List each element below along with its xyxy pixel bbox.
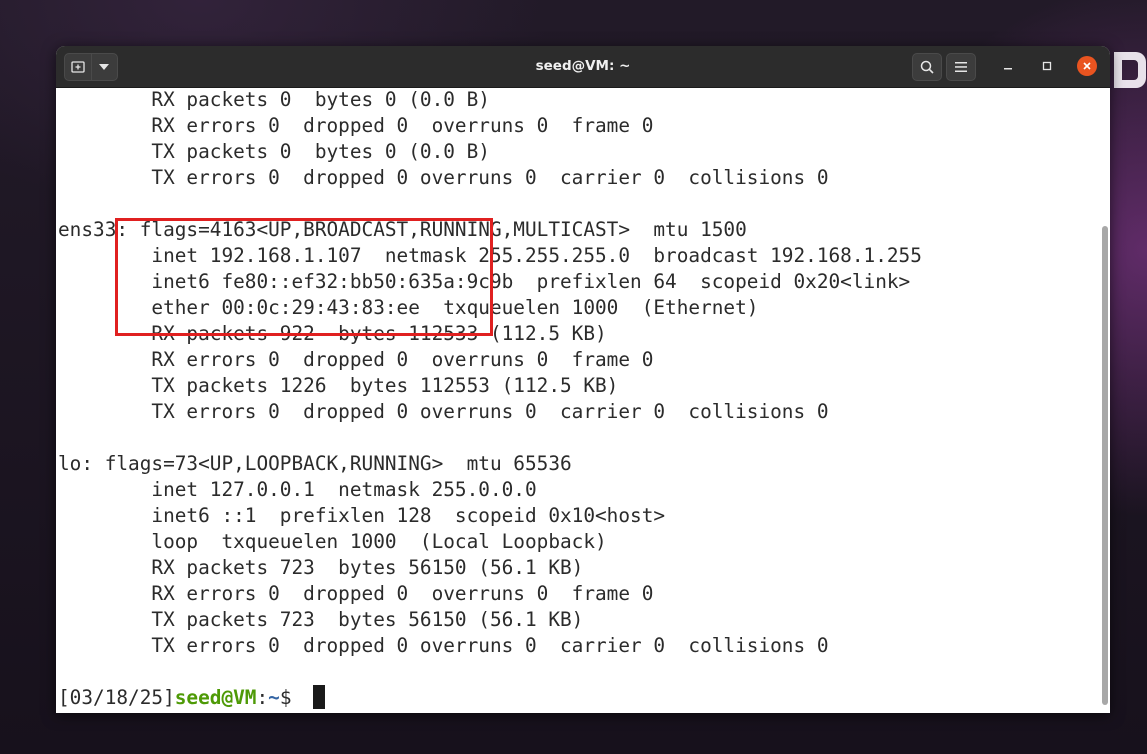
shell-prompt[interactable]: [03/18/25]seed@VM:~$	[58, 685, 922, 711]
text-cursor	[313, 685, 326, 709]
terminal-output-area[interactable]: RX packets 0 bytes 0 (0.0 B) RX errors 0…	[56, 88, 1100, 713]
prompt-symbol: $	[279, 686, 304, 709]
annotation-highlight-box	[115, 218, 493, 336]
terminal-line: TX packets 723 bytes 56150 (56.1 KB)	[58, 608, 584, 631]
title-bar[interactable]: seed@VM: ~	[56, 46, 1110, 88]
terminal-line: RX errors 0 dropped 0 overruns 0 frame 0	[58, 348, 654, 371]
terminal-line: RX errors 0 dropped 0 overruns 0 frame 0	[58, 114, 654, 137]
terminal-line: TX errors 0 dropped 0 overruns 0 carrier…	[58, 166, 829, 189]
search-button[interactable]	[912, 53, 942, 81]
terminal-line: RX errors 0 dropped 0 overruns 0 frame 0	[58, 582, 654, 605]
terminal-line: RX packets 0 bytes 0 (0.0 B)	[58, 88, 490, 111]
terminal-line: TX errors 0 dropped 0 overruns 0 carrier…	[58, 634, 829, 657]
search-icon	[920, 60, 934, 74]
terminal-line: inet 127.0.0.1 netmask 255.0.0.0	[58, 478, 537, 501]
maximize-icon	[1042, 61, 1052, 71]
close-button[interactable]	[1077, 56, 1097, 76]
desktop-wallpaper-logo	[1108, 40, 1147, 100]
wallpaper-logo-icon	[1114, 52, 1146, 88]
hamburger-menu-button[interactable]	[946, 53, 976, 81]
minimize-button[interactable]	[998, 56, 1018, 76]
terminal-line: RX packets 723 bytes 56150 (56.1 KB)	[58, 556, 584, 579]
prompt-user-host: seed@VM	[174, 686, 257, 709]
close-icon	[1083, 62, 1091, 70]
terminal-window: seed@VM: ~ RX packets 0 bytes 0 (0.0 B) …	[56, 46, 1110, 713]
terminal-line: inet6 ::1 prefixlen 128 scopeid 0x10<hos…	[58, 504, 666, 527]
scrollbar-thumb[interactable]	[1102, 226, 1108, 705]
prompt-date: [03/18/25]	[58, 686, 175, 709]
terminal-line: TX packets 1226 bytes 112553 (112.5 KB)	[58, 374, 619, 397]
terminal-line: TX errors 0 dropped 0 overruns 0 carrier…	[58, 400, 829, 423]
maximize-button[interactable]	[1037, 56, 1057, 76]
terminal-line: loop txqueuelen 1000 (Local Loopback)	[58, 530, 607, 553]
hamburger-menu-icon	[955, 62, 967, 72]
prompt-path: ~	[268, 686, 280, 709]
minimize-icon	[1004, 68, 1012, 70]
terminal-text: RX packets 0 bytes 0 (0.0 B) RX errors 0…	[58, 88, 922, 711]
terminal-line: TX packets 0 bytes 0 (0.0 B)	[58, 140, 490, 163]
terminal-line: lo: flags=73<UP,LOOPBACK,RUNNING> mtu 65…	[58, 452, 572, 475]
scrollbar[interactable]	[1100, 88, 1110, 713]
prompt-separator: :	[256, 686, 269, 709]
